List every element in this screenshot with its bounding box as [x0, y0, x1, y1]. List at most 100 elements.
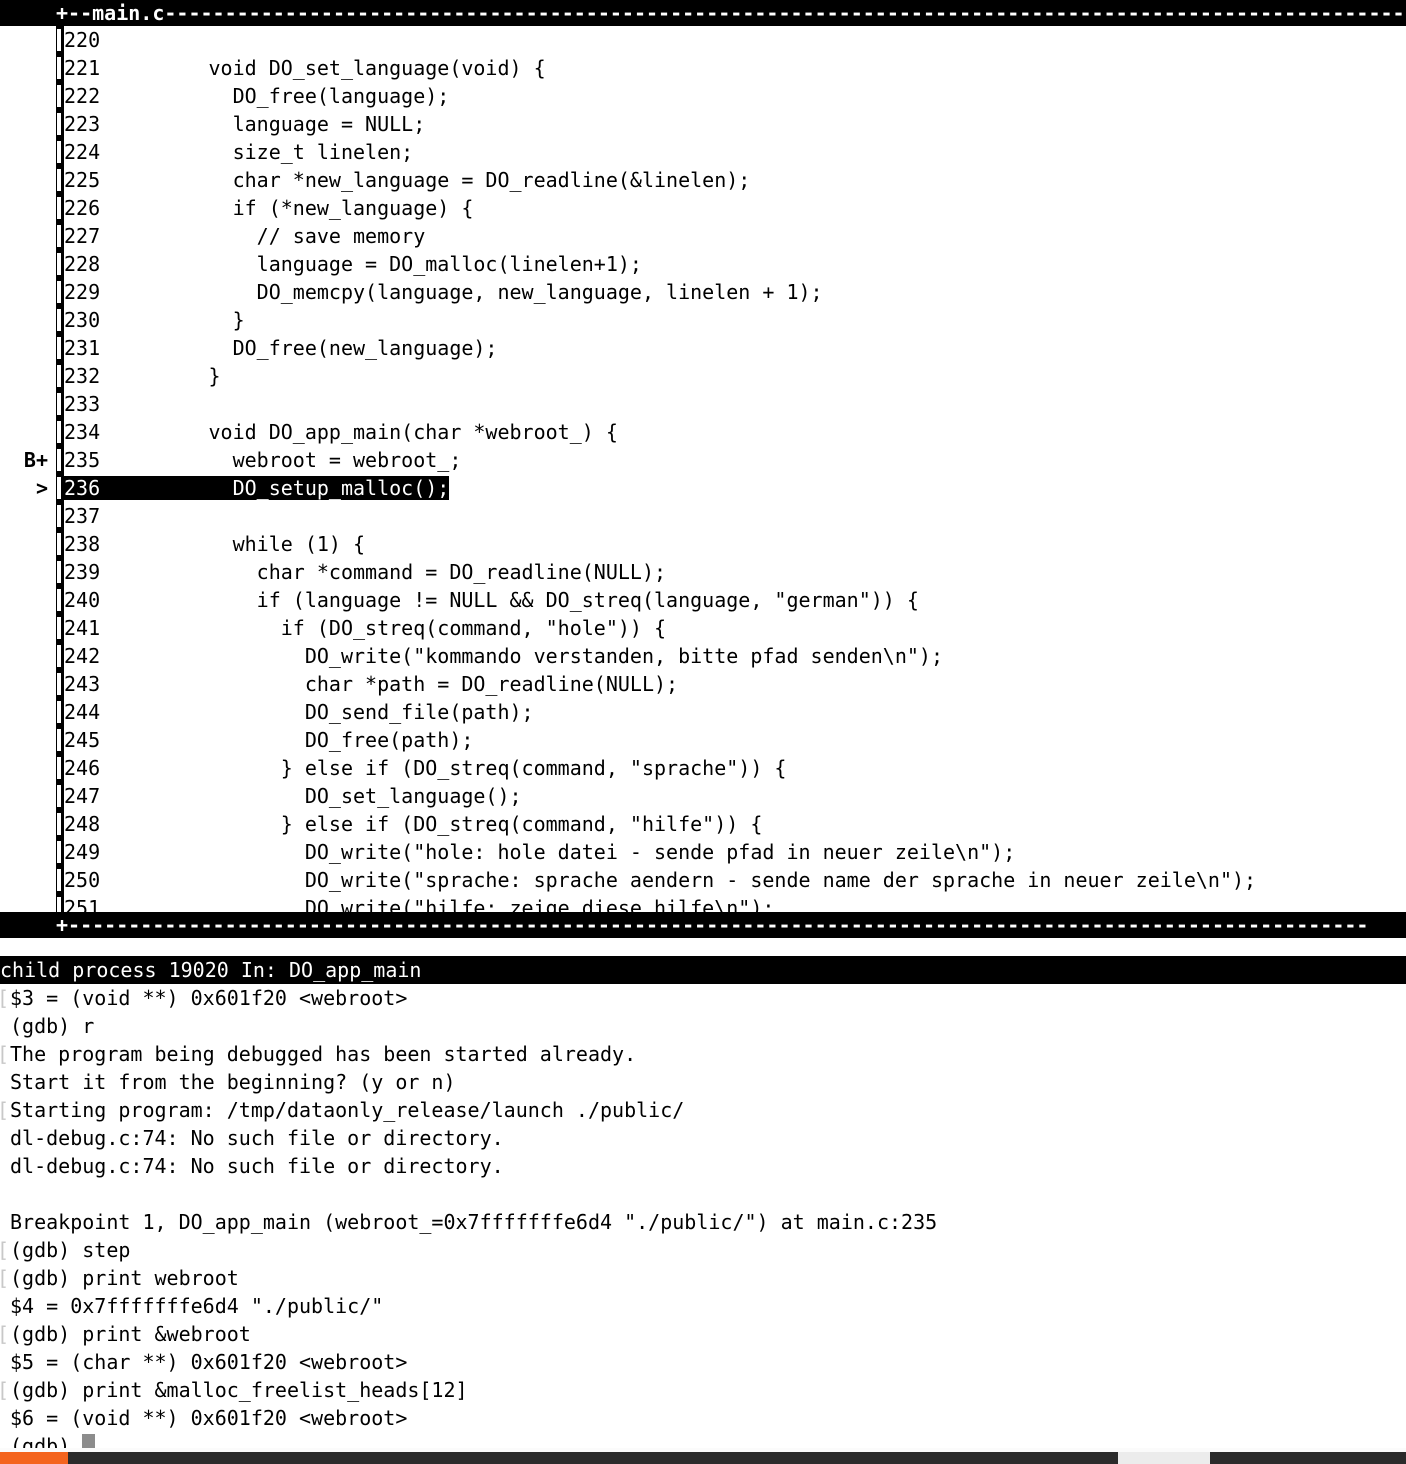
console-line-text: $3 = (void **) 0x601f20 <webroot> [10, 986, 408, 1010]
source-line-text: 243 char *path = DO_readline(NULL); [64, 672, 679, 696]
source-code-lines[interactable]: 220 221 void DO_set_language(void) { 222 … [64, 26, 1406, 912]
source-line-229[interactable]: 229 DO_memcpy(language, new_language, li… [64, 278, 1406, 306]
gutter-marker-241 [0, 614, 56, 642]
source-line-240[interactable]: 240 if (language != NULL && DO_streq(lan… [64, 586, 1406, 614]
source-line-228[interactable]: 228 language = DO_malloc(linelen+1); [64, 250, 1406, 278]
frame-bar-segment [56, 82, 64, 110]
source-line-225[interactable]: 225 char *new_language = DO_readline(&li… [64, 166, 1406, 194]
frame-bar-segment [56, 194, 64, 222]
gutter-marker-224 [0, 138, 56, 166]
gutter-marker-234 [0, 418, 56, 446]
source-line-text: 227 // save memory [64, 224, 426, 248]
source-line-237[interactable]: 237 [64, 502, 1406, 530]
source-line-text: 237 [64, 504, 161, 528]
source-line-221[interactable]: 221 void DO_set_language(void) { [64, 54, 1406, 82]
source-line-text: 234 void DO_app_main(char *webroot_) { [64, 420, 618, 444]
source-line-235[interactable]: 235 webroot = webroot_; [64, 446, 1406, 474]
console-line: $5 = (char **) 0x601f20 <webroot> [0, 1348, 1406, 1376]
source-line-220[interactable]: 220 [64, 26, 1406, 54]
gutter-marker-227 [0, 222, 56, 250]
gutter-marker-231 [0, 334, 56, 362]
text-cursor[interactable] [82, 1434, 96, 1448]
gutter-marker-236: > [35, 476, 48, 500]
source-line-245[interactable]: 245 DO_free(path); [64, 726, 1406, 754]
source-line-text: 223 language = NULL; [64, 112, 426, 136]
gutter-marker-222 [0, 82, 56, 110]
console-line: $6 = (void **) 0x601f20 <webroot> [0, 1404, 1406, 1432]
console-line: Breakpoint 1, DO_app_main (webroot_=0x7f… [0, 1208, 1406, 1236]
source-window-top-border: +--main.c-------------------------------… [0, 0, 1406, 26]
source-line-251[interactable]: 251 DO_write("hilfe: zeige diese hilfe\n… [64, 894, 1406, 912]
source-line-246[interactable]: 246 } else if (DO_streq(command, "sprach… [64, 754, 1406, 782]
console-line-text: $4 = 0x7fffffffe6d4 "./public/" [10, 1294, 384, 1318]
gutter-marker-240 [0, 586, 56, 614]
source-line-234[interactable]: 234 void DO_app_main(char *webroot_) { [64, 418, 1406, 446]
gdb-command-window[interactable]: $3 = (void **) 0x601f20 <webroot> (gdb) r… [0, 984, 1406, 1448]
source-line-226[interactable]: 226 if (*new_language) { [64, 194, 1406, 222]
source-line-244[interactable]: 244 DO_send_file(path); [64, 698, 1406, 726]
frame-bar-segment [56, 782, 64, 810]
gutter-marker-233 [0, 390, 56, 418]
taskbar-active-window-item[interactable] [1118, 1452, 1210, 1464]
gutter-marker-223 [0, 110, 56, 138]
source-line-243[interactable]: 243 char *path = DO_readline(NULL); [64, 670, 1406, 698]
source-line-250[interactable]: 250 DO_write("sprache: sprache aendern -… [64, 866, 1406, 894]
source-line-text: 247 DO_set_language(); [64, 784, 522, 808]
source-line-text: 222 DO_free(language); [64, 84, 450, 108]
desktop-taskbar[interactable] [0, 1452, 1406, 1464]
gutter-marker-232 [0, 362, 56, 390]
source-window-left-border-glyphs [56, 26, 64, 947]
source-line-242[interactable]: 242 DO_write("kommando verstanden, bitte… [64, 642, 1406, 670]
console-line-text: (gdb) [10, 1434, 83, 1448]
source-line-222[interactable]: 222 DO_free(language); [64, 82, 1406, 110]
source-line-239[interactable]: 239 char *command = DO_readline(NULL); [64, 558, 1406, 586]
source-line-text: 242 DO_write("kommando verstanden, bitte… [64, 644, 943, 668]
source-line-241[interactable]: 241 if (DO_streq(command, "hole")) { [64, 614, 1406, 642]
console-line-text: Starting program: /tmp/dataonly_release/… [10, 1098, 685, 1122]
console-line-text: Breakpoint 1, DO_app_main (webroot_=0x7f… [10, 1210, 938, 1234]
console-line: (gdb) step [0, 1236, 1406, 1264]
gutter-marker-235: B+ [23, 448, 48, 472]
console-line-text: (gdb) print &webroot [10, 1322, 251, 1346]
gutter-marker-238 [0, 530, 56, 558]
frame-bar-segment [56, 138, 64, 166]
gutter-marker-228 [0, 250, 56, 278]
gutter-marker-226 [0, 194, 56, 222]
source-line-223[interactable]: 223 language = NULL; [64, 110, 1406, 138]
source-line-232[interactable]: 232 } [64, 362, 1406, 390]
console-line-text: (gdb) print webroot [10, 1266, 239, 1290]
console-line-text: Start it from the beginning? (y or n) [10, 1070, 456, 1094]
frame-bar-segment [56, 54, 64, 82]
source-line-text: 220 [64, 28, 161, 52]
source-line-249[interactable]: 249 DO_write("hole: hole datei - sende p… [64, 838, 1406, 866]
source-line-text: 241 if (DO_streq(command, "hole")) { [64, 616, 667, 640]
console-line-text: $5 = (char **) 0x601f20 <webroot> [10, 1350, 408, 1374]
source-line-text: 248 } else if (DO_streq(command, "hilfe"… [64, 812, 763, 836]
gutter-marker-243 [0, 670, 56, 698]
frame-bar-segment [56, 670, 64, 698]
source-line-231[interactable]: 231 DO_free(new_language); [64, 334, 1406, 362]
source-line-text: 221 void DO_set_language(void) { [64, 56, 546, 80]
source-line-233[interactable]: 233 [64, 390, 1406, 418]
source-window-title-border: +--main.c-------------------------------… [56, 1, 1406, 25]
frame-bar-segment [56, 838, 64, 866]
source-line-224[interactable]: 224 size_t linelen; [64, 138, 1406, 166]
gutter-marker-249 [0, 838, 56, 866]
source-line-227[interactable]: 227 // save memory [64, 222, 1406, 250]
frame-bar-segment [56, 614, 64, 642]
frame-bar-segment [56, 166, 64, 194]
source-line-text: 250 DO_write("sprache: sprache aendern -… [64, 868, 1257, 892]
frame-bar-segment [56, 558, 64, 586]
taskbar-launcher-accent[interactable] [0, 1452, 68, 1464]
source-line-247[interactable]: 247 DO_set_language(); [64, 782, 1406, 810]
console-line-text: dl-debug.c:74: No such file or directory… [10, 1126, 504, 1150]
console-line-text: (gdb) r [10, 1014, 95, 1038]
source-line-248[interactable]: 248 } else if (DO_streq(command, "hilfe"… [64, 810, 1406, 838]
console-line: dl-debug.c:74: No such file or directory… [0, 1124, 1406, 1152]
source-line-230[interactable]: 230 } [64, 306, 1406, 334]
frame-bar-segment [56, 810, 64, 838]
source-line-238[interactable]: 238 while (1) { [64, 530, 1406, 558]
source-line-236[interactable]: 236 DO_setup_malloc(); [64, 474, 1406, 502]
console-line: $3 = (void **) 0x601f20 <webroot> [0, 984, 1406, 1012]
source-line-text: 238 while (1) { [64, 532, 366, 556]
